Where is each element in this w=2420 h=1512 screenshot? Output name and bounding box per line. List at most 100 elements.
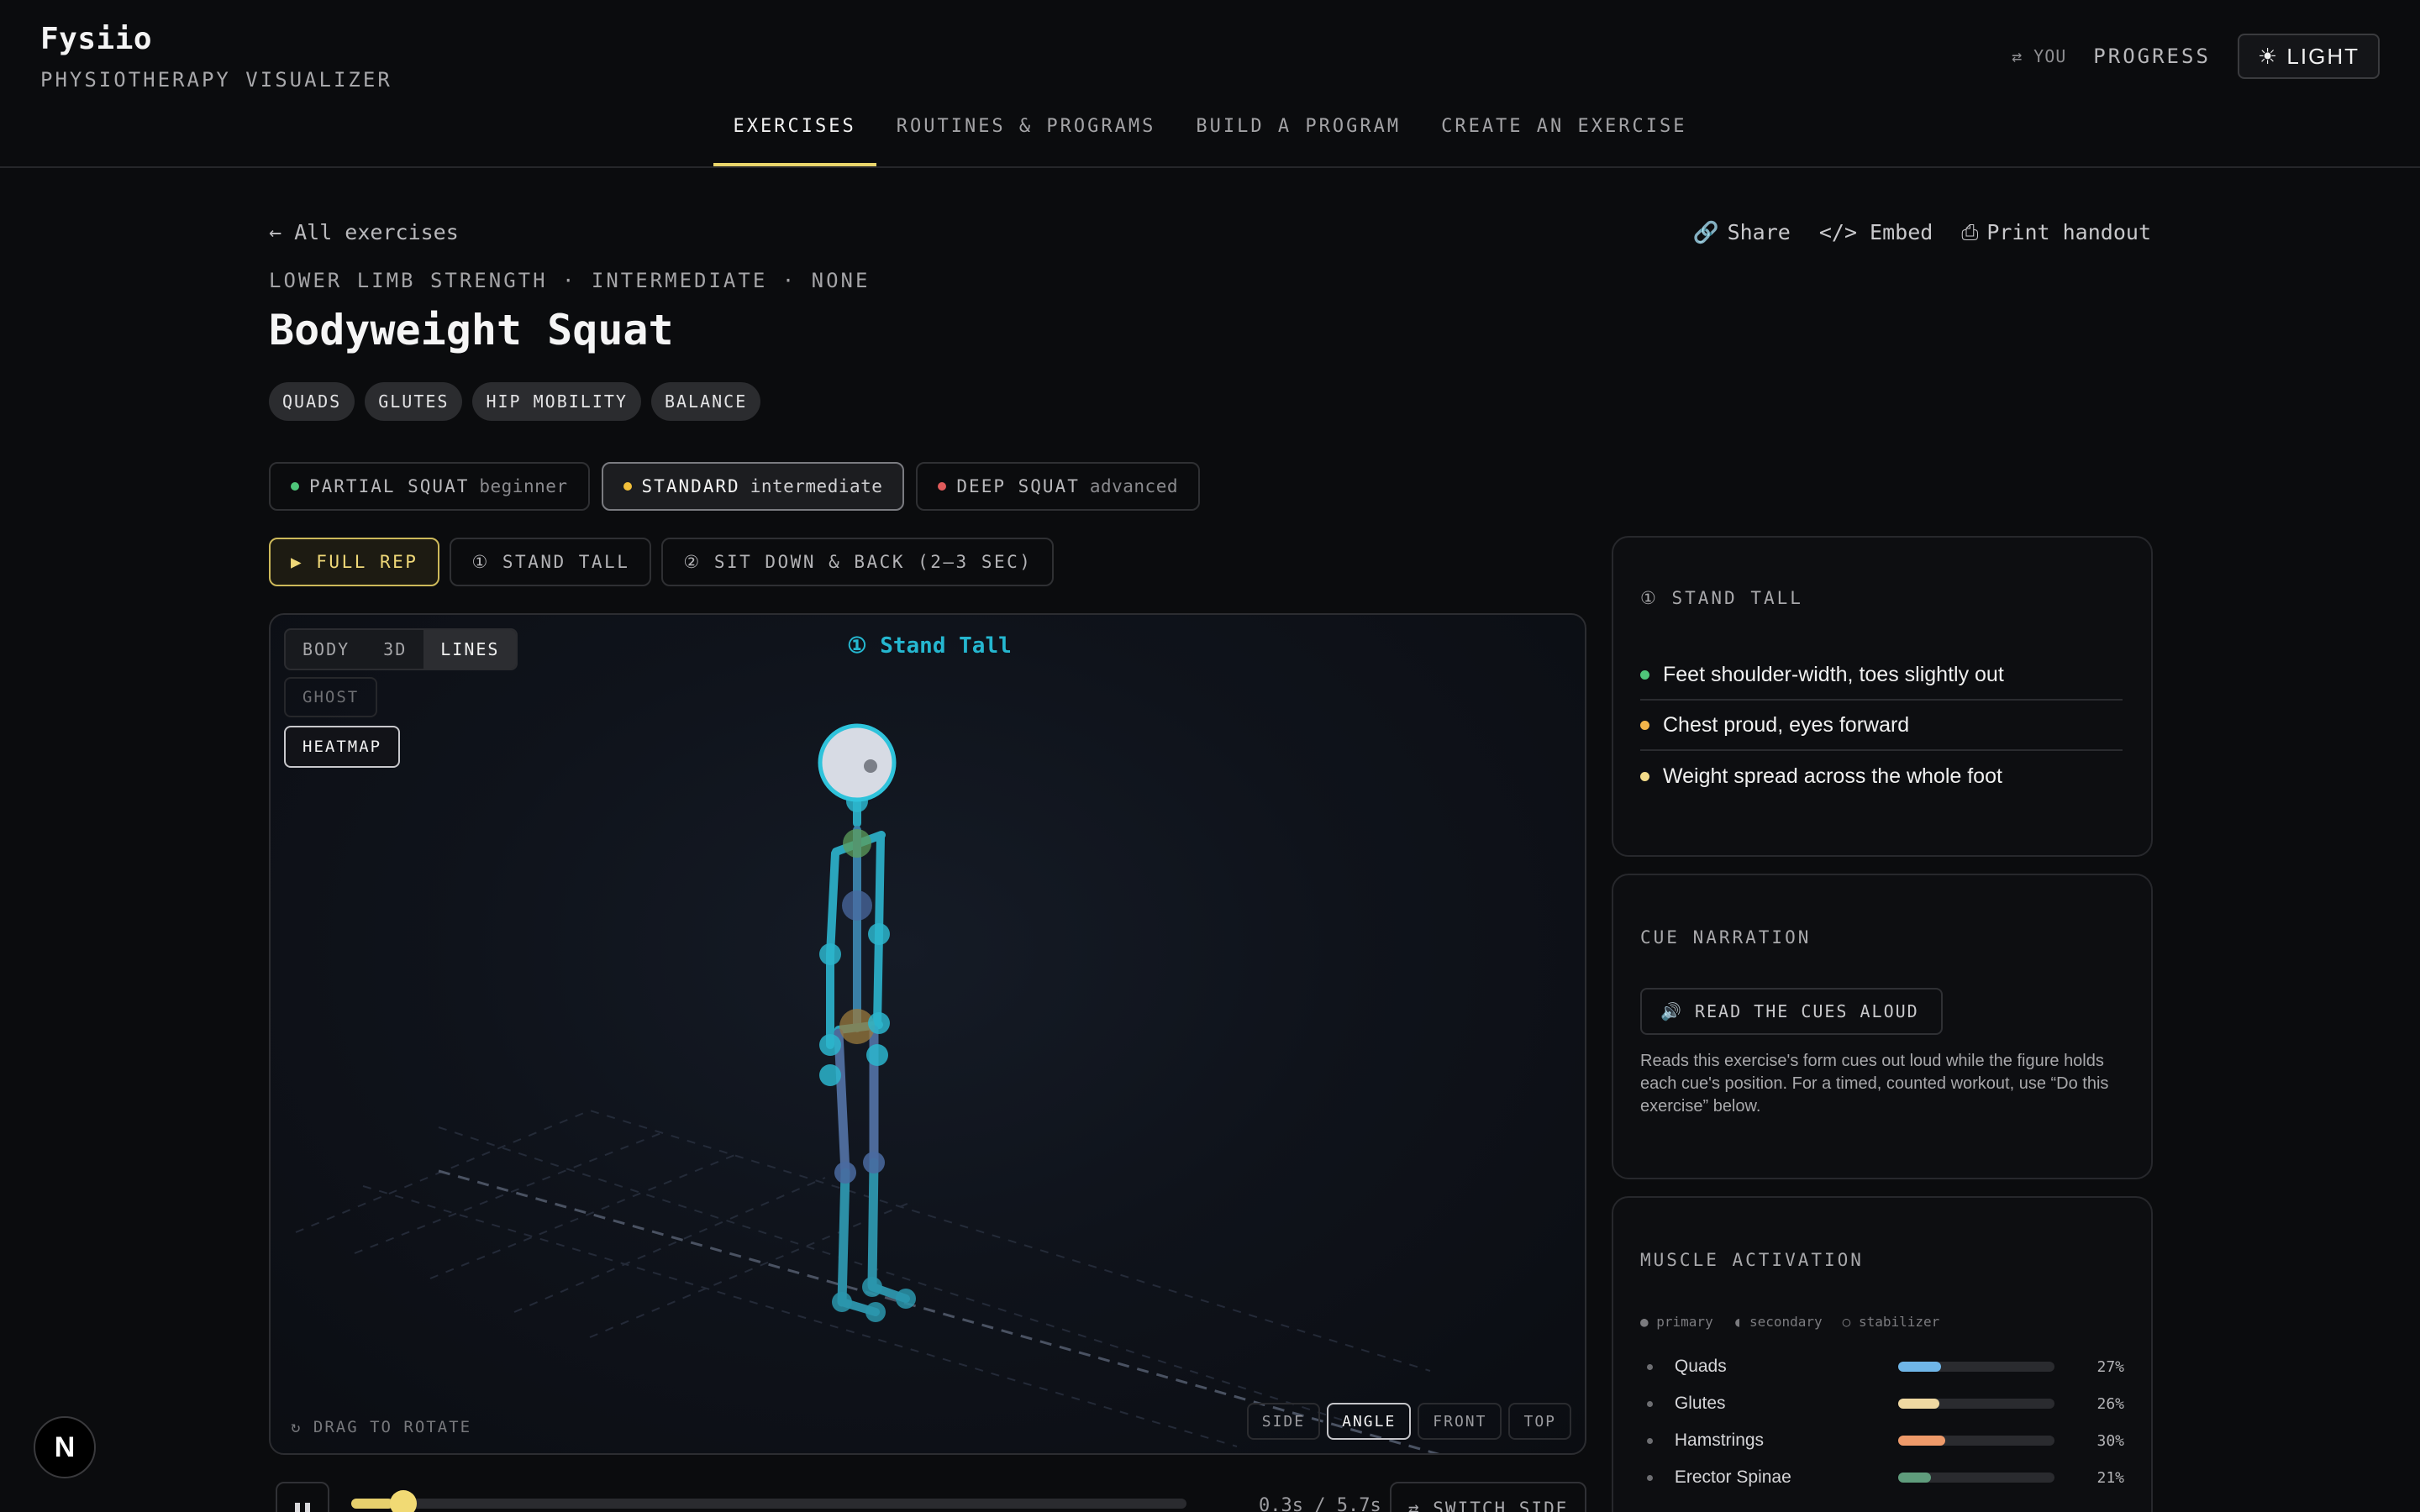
tag-quads: QUADS [269, 382, 355, 421]
cue-text: Feet shoulder-width, toes slightly out [1663, 662, 2004, 686]
activation-percent: 26% [2096, 1394, 2124, 1413]
embed-button[interactable]: </> Embed [1819, 220, 1933, 245]
header-divider [0, 166, 2420, 168]
narration-title: CUE NARRATION [1640, 927, 1812, 948]
cue-text: Chest proud, eyes forward [1663, 712, 1910, 737]
tag-balance: BALANCE [650, 382, 761, 421]
view-angle[interactable]: ANGLE [1327, 1403, 1412, 1440]
cue-dot-icon [1640, 720, 1649, 730]
muscle-list: Quads 27% Glutes 26% Hamstrings 30% Erector Sp… [1640, 1348, 2124, 1496]
printer-icon: ⎙ [1961, 220, 1979, 244]
head [818, 723, 897, 802]
narration-description: Reads this exercise's form cues out loud… [1640, 1052, 2109, 1116]
cue-dot-icon [1640, 669, 1649, 680]
pause-icon [295, 1503, 300, 1512]
share-button[interactable]: 🔗 Share [1692, 220, 1790, 245]
next-dev-badge[interactable]: N [34, 1416, 96, 1478]
timeline-scrubber[interactable] [351, 1490, 1186, 1512]
tab-routines-programs[interactable]: ROUTINES & PROGRAMS [876, 101, 1176, 166]
app-subtitle: PHYSIOTHERAPY VISUALIZER [40, 68, 392, 92]
view-side[interactable]: SIDE [1246, 1403, 1321, 1440]
skeleton-canvas[interactable] [271, 615, 1586, 1455]
activation-percent: 27% [2096, 1357, 2124, 1376]
stage-cues-card: ① STAND TALL Feet shoulder-width, toes s… [1612, 536, 2153, 857]
app-name: Fysiio [40, 22, 153, 56]
pause-button[interactable] [276, 1482, 329, 1512]
muscle-role-icon [1647, 1474, 1653, 1481]
brand: Fysiio PHYSIOTHERAPY VISUALIZER [40, 22, 392, 92]
variant-name: STANDARD [641, 476, 740, 496]
cue-item: Chest proud, eyes forward [1640, 701, 2123, 751]
heatmap-toggle-button[interactable]: HEATMAP [284, 726, 401, 768]
legend-secondary: ◖ secondary [1733, 1314, 1823, 1330]
variant-selector: PARTIAL SQUAT beginner STANDARD intermed… [269, 462, 1200, 511]
phase-stand-tall[interactable]: ① STAND TALL [450, 538, 652, 586]
activation-bar [1898, 1473, 2055, 1483]
muscle-row: Glutes 26% [1640, 1385, 2124, 1422]
legend-stabilizer: ○ stabilizer [1842, 1314, 1940, 1330]
muscle-row: Quads 27% [1640, 1348, 2124, 1385]
cues-card-title: ① STAND TALL [1640, 588, 1803, 608]
cue-item: Feet shoulder-width, toes slightly out [1640, 650, 2123, 701]
tab-create-exercise[interactable]: CREATE AN EXERCISE [1421, 101, 1707, 166]
tag-glutes: GLUTES [365, 382, 463, 421]
progress-link[interactable]: PROGRESS [2093, 45, 2211, 68]
difficulty-dot-icon [623, 482, 632, 491]
theme-toggle-button[interactable]: ☀ LIGHT [2237, 34, 2380, 79]
tab-build-program[interactable]: BUILD A PROGRAM [1176, 101, 1421, 166]
print-handout-button[interactable]: ⎙ Print handout [1961, 220, 2151, 245]
link-icon: 🔗 [1692, 220, 1719, 244]
muscle-role-icon [1647, 1437, 1653, 1444]
variant-deep-squat[interactable]: DEEP SQUAT advanced [916, 462, 1200, 511]
legend-primary: ● primary [1640, 1314, 1713, 1330]
variant-name: PARTIAL SQUAT [309, 476, 470, 496]
activation-bar [1898, 1362, 2055, 1372]
variant-partial-squat[interactable]: PARTIAL SQUAT beginner [269, 462, 590, 511]
activation-percent: 30% [2096, 1431, 2124, 1450]
muscle-activation-card: MUSCLE ACTIVATION ● primary ◖ secondary … [1612, 1196, 2153, 1512]
variant-name: DEEP SQUAT [956, 476, 1080, 496]
muscle-role-icon [1647, 1400, 1653, 1407]
cue-item: Weight spread across the whole foot [1640, 751, 2123, 801]
activation-bar-fill [1898, 1362, 1941, 1372]
phase-sit-down-back[interactable]: ② SIT DOWN & BACK (2–3 SEC) [661, 538, 1055, 586]
variant-level: intermediate [750, 476, 883, 496]
drag-to-rotate-hint: ↻ DRAG TO ROTATE [291, 1418, 472, 1436]
activation-percent: 21% [2096, 1468, 2124, 1487]
pause-icon-bar [305, 1503, 310, 1512]
variant-standard[interactable]: STANDARD intermediate [601, 462, 905, 511]
activation-bar-fill [1898, 1436, 1946, 1446]
phase-selector: ▶ FULL REP ① STAND TALL ② SIT DOWN & BAC… [269, 538, 1055, 586]
print-label: Print handout [1986, 220, 2151, 244]
muscle-name: Erector Spinae [1674, 1467, 1791, 1487]
switch-side-button[interactable]: ⇄ SWITCH SIDE [1390, 1482, 1587, 1512]
variant-level: beginner [479, 476, 568, 496]
timeline-handle[interactable] [389, 1490, 417, 1512]
cue-text: Weight spread across the whole foot [1663, 764, 2002, 788]
back-to-exercises-link[interactable]: ← All exercises [269, 220, 459, 244]
view-top[interactable]: TOP [1508, 1403, 1571, 1440]
muscle-name: Quads [1674, 1357, 1727, 1376]
muscle-name: Glutes [1674, 1394, 1726, 1413]
page-title: Bodyweight Squat [269, 306, 674, 354]
muscle-row: Hamstrings 30% [1640, 1422, 2124, 1459]
tag-hip-mobility: HIP MOBILITY [472, 382, 641, 421]
exercise-meta: LOWER LIMB STRENGTH · INTERMEDIATE · NON… [269, 269, 871, 292]
page-actions: 🔗 Share </> Embed ⎙ Print handout [1692, 220, 2151, 245]
ghost-toggle-button[interactable]: GHOST [284, 677, 378, 717]
activation-bar [1898, 1399, 2055, 1409]
switch-user-button[interactable]: ⇄ YOU [2012, 46, 2066, 66]
difficulty-dot-icon [291, 482, 299, 491]
read-cues-aloud-button[interactable]: 🔊 READ THE CUES ALOUD [1640, 988, 1943, 1035]
figure-viewer[interactable]: BODY 3D LINES GHOST HEATMAP ① Stand Tall… [269, 613, 1586, 1455]
view-front[interactable]: FRONT [1418, 1403, 1502, 1440]
activation-title: MUSCLE ACTIVATION [1640, 1250, 1864, 1270]
phase-full-rep[interactable]: ▶ FULL REP [269, 538, 440, 586]
playback-time: 0.3s / 5.7s [1259, 1495, 1381, 1512]
activation-bar [1898, 1436, 2055, 1446]
cue-narration-card: CUE NARRATION 🔊 READ THE CUES ALOUD Read… [1612, 874, 2153, 1179]
tab-exercises[interactable]: EXERCISES [713, 101, 876, 166]
main-nav: EXERCISES ROUTINES & PROGRAMS BUILD A PR… [0, 101, 2420, 166]
muscle-role-icon [1647, 1363, 1653, 1370]
variant-level: advanced [1089, 476, 1178, 496]
